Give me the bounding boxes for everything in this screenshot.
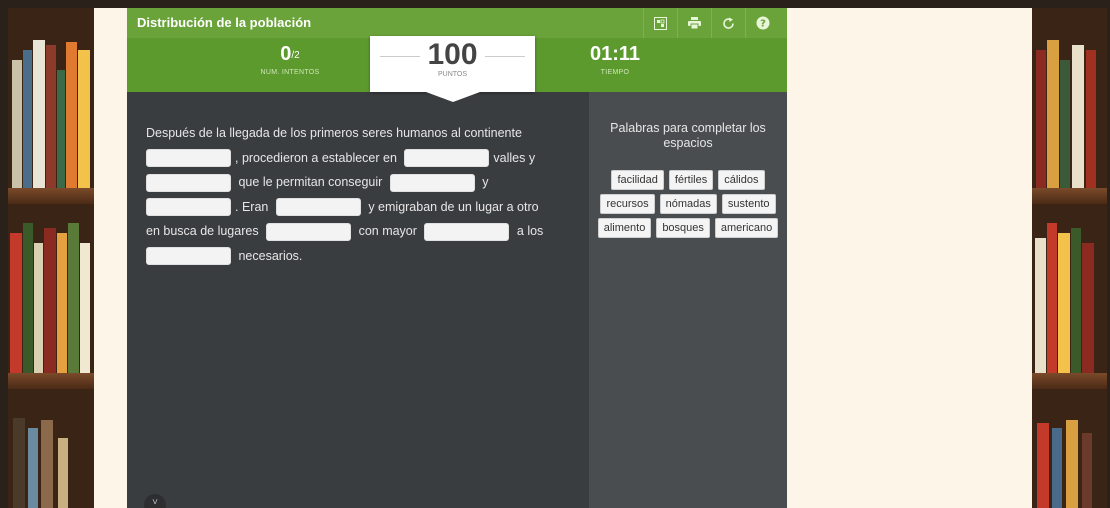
word-chip[interactable]: alimento xyxy=(597,218,652,238)
svg-text:?: ? xyxy=(760,19,766,30)
blank-drop-zone[interactable] xyxy=(146,198,231,217)
word-chip[interactable]: recursos xyxy=(600,194,655,214)
text-line: Después de la llegada de los primeros se… xyxy=(146,121,589,146)
text-segment: valles y xyxy=(493,150,536,165)
word-chip[interactable]: nómadas xyxy=(659,194,717,214)
word-chip[interactable]: facilidad xyxy=(611,170,664,190)
text-segment: y emigraban de un lugar a otro xyxy=(368,199,539,214)
fill-in-text: Después de la llegada de los primeros se… xyxy=(127,92,589,508)
points-card: 100 PUNTOS xyxy=(370,36,535,102)
time-value: 01:11 xyxy=(589,43,641,65)
blank-drop-zone[interactable] xyxy=(404,149,490,168)
blank-drop-zone[interactable] xyxy=(424,222,510,241)
text-segment: y xyxy=(482,175,489,189)
text-segment: Después de la llegada de los primeros se… xyxy=(146,126,522,140)
blank-drop-zone[interactable] xyxy=(146,247,231,266)
text-line: que le permitan conseguir y xyxy=(146,170,589,195)
word-bank-title: Palabras para completar los espacios xyxy=(610,121,766,150)
time-stat: 01:11 TIEMPO xyxy=(575,42,655,76)
page-margin-left xyxy=(94,8,127,508)
word-bank-chips: facilidad fértiles cálidos recursos nóma… xyxy=(589,170,787,238)
blank-drop-zone[interactable] xyxy=(146,149,231,168)
window-frame-top xyxy=(0,0,1110,8)
blank-drop-zone[interactable] xyxy=(389,173,475,192)
title-bar: Distribución de la población ? xyxy=(127,8,787,38)
points-divider-left xyxy=(380,56,420,57)
points-value: 100 xyxy=(427,38,478,71)
attempts-max: /2 xyxy=(291,50,300,61)
blank-drop-zone[interactable] xyxy=(146,173,231,192)
text-line: , procedieron a establecer en valles y xyxy=(146,146,589,171)
bookshelf-left-decoration xyxy=(8,8,94,508)
attempts-value: 0 xyxy=(280,43,292,65)
text-segment: . Eran xyxy=(235,199,269,214)
page-margin-right xyxy=(787,8,1032,508)
points-divider-right xyxy=(485,56,525,57)
points-label: PUNTOS xyxy=(437,71,468,78)
text-segment: que le permitan conseguir xyxy=(238,175,383,189)
attempts-label: NUM. INTENTOS xyxy=(260,69,320,76)
refresh-icon[interactable] xyxy=(711,8,745,38)
text-line: en busca de lugares con mayor a los xyxy=(146,219,589,244)
exercise-app: Distribución de la población ? 0/2 NUM. … xyxy=(127,8,787,508)
bookshelf-right-decoration xyxy=(1032,8,1107,508)
word-chip[interactable]: sustento xyxy=(721,194,776,214)
attempts-stat: 0/2 NUM. INTENTOS xyxy=(250,42,330,76)
text-segment: , procedieron a establecer en xyxy=(235,150,397,165)
text-segment: necesarios. xyxy=(238,248,303,263)
toolbar-icons: ? xyxy=(643,8,779,38)
help-icon[interactable]: ? xyxy=(745,8,779,38)
text-segment: en busca de lugares xyxy=(146,224,259,238)
text-line: necesarios. xyxy=(146,244,589,269)
time-label: TIEMPO xyxy=(600,69,630,76)
word-bank-panel: Palabras para completar los espacios fac… xyxy=(589,92,787,508)
mosaic-icon[interactable] xyxy=(643,8,677,38)
word-chip[interactable]: fértiles xyxy=(668,170,714,190)
blank-drop-zone[interactable] xyxy=(275,198,361,217)
print-icon[interactable] xyxy=(677,8,711,38)
text-segment: a los xyxy=(516,224,544,238)
text-line: . Eran y emigraban de un lugar a otro xyxy=(146,195,589,220)
exercise-title: Distribución de la población xyxy=(137,15,312,30)
text-segment: con mayor xyxy=(358,224,417,238)
blank-drop-zone[interactable] xyxy=(266,222,352,241)
word-chip[interactable]: bosques xyxy=(656,218,710,238)
word-chip[interactable]: americano xyxy=(714,218,779,238)
window-frame-left xyxy=(0,0,8,508)
word-chip[interactable]: cálidos xyxy=(718,170,765,190)
